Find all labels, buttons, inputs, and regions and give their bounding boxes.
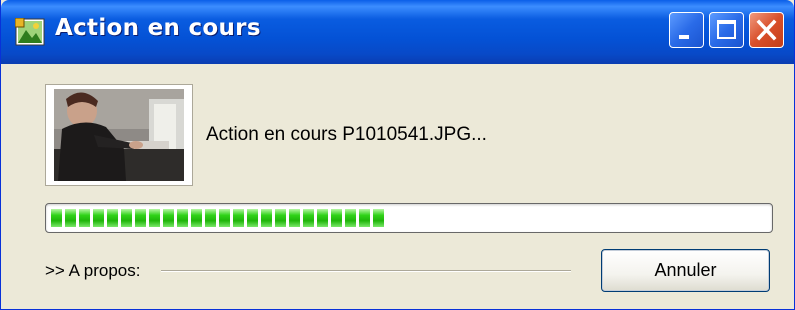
progress-segment — [177, 209, 188, 227]
progress-segment — [149, 209, 160, 227]
progress-segment — [275, 209, 286, 227]
progress-segment — [247, 209, 258, 227]
progress-segment — [345, 209, 356, 227]
progress-segment — [219, 209, 230, 227]
progress-segment — [135, 209, 146, 227]
separator-line — [161, 270, 571, 272]
about-toggle[interactable]: >> A propos: — [45, 261, 140, 281]
progress-dialog: Action en cours Action en cours P1010541… — [0, 0, 795, 310]
progress-segment — [359, 209, 370, 227]
cancel-button[interactable]: Annuler — [601, 249, 770, 292]
minimize-button[interactable] — [669, 12, 704, 48]
title-bar[interactable]: Action en cours — [1, 0, 794, 64]
status-message: Action en cours P1010541.JPG... — [206, 124, 487, 145]
window-title: Action en cours — [55, 15, 261, 41]
progress-segment — [373, 209, 384, 227]
progress-segment — [191, 209, 202, 227]
progress-segment — [51, 209, 62, 227]
progress-segment — [205, 209, 216, 227]
progress-segment — [93, 209, 104, 227]
progress-segment — [331, 209, 342, 227]
progress-segment — [303, 209, 314, 227]
maximize-icon — [710, 13, 743, 51]
progress-segment — [107, 209, 118, 227]
image-editor-app-icon — [14, 17, 45, 46]
progress-segment — [65, 209, 76, 227]
progress-segment — [317, 209, 328, 227]
progress-bar — [45, 203, 773, 233]
photo-thumbnail — [54, 89, 184, 181]
progress-segment — [289, 209, 300, 227]
close-button[interactable] — [749, 12, 784, 48]
progress-segment — [261, 209, 272, 227]
minimize-icon — [670, 13, 703, 51]
progress-segment — [163, 209, 174, 227]
progress-segment — [79, 209, 90, 227]
progress-fill — [51, 209, 388, 227]
progress-segment — [233, 209, 244, 227]
maximize-button[interactable] — [709, 12, 744, 48]
progress-segment — [121, 209, 132, 227]
photo-thumbnail-frame — [45, 84, 193, 186]
close-icon — [750, 13, 783, 51]
